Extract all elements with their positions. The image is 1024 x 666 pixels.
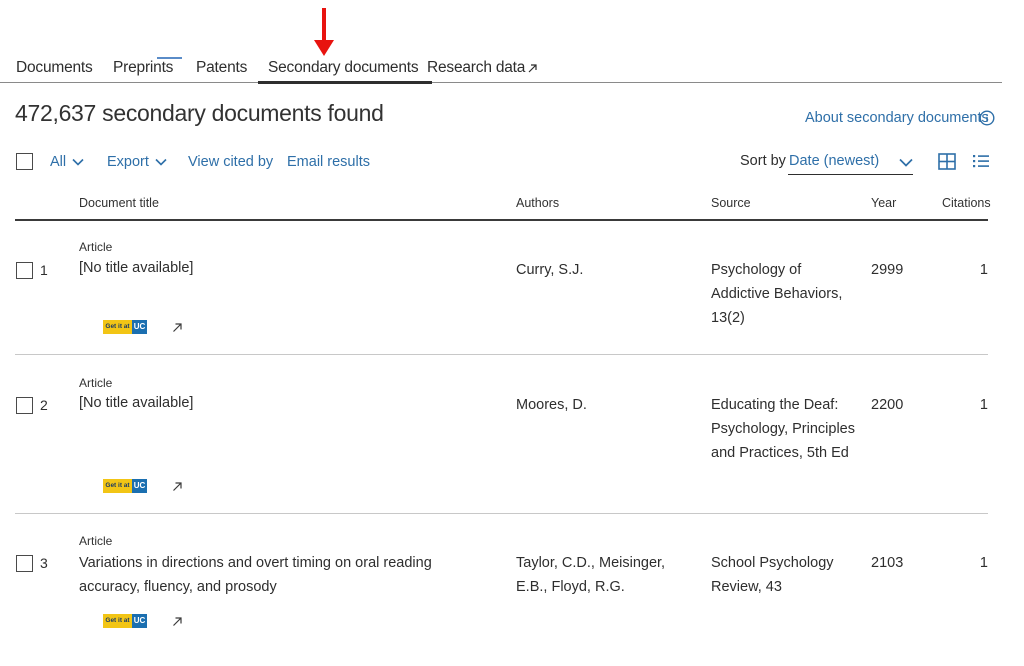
view-cited-by-button[interactable]: View cited by <box>188 154 273 170</box>
about-secondary-documents-link[interactable]: About secondary documents <box>805 110 989 126</box>
header-divider <box>15 219 988 221</box>
tab-bar: Documents Preprints Patents Secondary do… <box>0 52 1002 84</box>
column-header-authors[interactable]: Authors <box>516 196 559 210</box>
document-type: Article <box>79 534 113 548</box>
row-checkbox[interactable] <box>16 397 33 414</box>
tab-preprints[interactable]: Preprints <box>113 59 173 77</box>
external-link-icon[interactable] <box>172 481 183 492</box>
column-header-year[interactable]: Year <box>871 196 896 210</box>
getit-uc-label: UC <box>132 614 147 628</box>
tab-research-data-label: Research data <box>427 59 526 76</box>
select-all-dropdown[interactable]: All <box>50 154 84 170</box>
sort-value: Date (newest) <box>789 153 880 169</box>
column-header-source[interactable]: Source <box>711 196 751 210</box>
new-indicator <box>157 57 182 59</box>
chevron-down-icon <box>155 159 167 166</box>
grid-view-icon[interactable] <box>936 152 958 172</box>
getit-label: Get it at <box>103 614 132 628</box>
export-label: Export <box>107 154 149 170</box>
getit-label: Get it at <box>103 479 132 493</box>
document-title[interactable]: Variations in directions and overt timin… <box>79 551 489 599</box>
tab-documents[interactable]: Documents <box>16 59 93 77</box>
select-all-checkbox[interactable] <box>16 153 33 170</box>
get-it-at-uc-button[interactable]: Get it at UC <box>103 479 147 493</box>
row-checkbox[interactable] <box>16 555 33 572</box>
row-divider <box>15 354 988 355</box>
get-it-at-uc-button[interactable]: Get it at UC <box>103 320 147 334</box>
tab-research-data[interactable]: Research data <box>427 59 538 77</box>
document-year: 2200 <box>871 397 904 413</box>
results-count: 472,637 secondary documents found <box>15 100 384 126</box>
tab-secondary-documents[interactable]: Secondary documents <box>257 59 433 84</box>
document-year: 2103 <box>871 555 904 571</box>
getit-label: Get it at <box>103 320 132 334</box>
document-authors[interactable]: Moores, D. <box>516 393 696 417</box>
document-year: 2999 <box>871 262 904 278</box>
annotation-arrow <box>314 8 334 56</box>
row-number: 3 <box>40 555 48 571</box>
get-it-at-uc-button[interactable]: Get it at UC <box>103 614 147 628</box>
document-source[interactable]: Psychology of Addictive Behaviors, 13(2) <box>711 258 861 330</box>
email-results-button[interactable]: Email results <box>287 154 370 170</box>
document-title[interactable]: [No title available] <box>79 256 489 280</box>
getit-uc-label: UC <box>132 320 147 334</box>
column-header-title[interactable]: Document title <box>79 196 159 210</box>
sort-select[interactable]: Date (newest) <box>788 150 913 175</box>
chevron-down-icon <box>72 159 84 166</box>
external-link-icon <box>528 64 537 73</box>
row-divider <box>15 513 988 514</box>
document-authors[interactable]: Taylor, C.D., Meisinger, E.B., Floyd, R.… <box>516 551 696 599</box>
row-number: 1 <box>40 262 48 278</box>
select-all-label: All <box>50 154 67 170</box>
document-authors[interactable]: Curry, S.J. <box>516 258 696 282</box>
document-citations[interactable]: 1 <box>968 262 988 278</box>
column-header-citations[interactable]: Citations <box>942 196 991 210</box>
document-citations[interactable]: 1 <box>968 555 988 571</box>
row-checkbox[interactable] <box>16 262 33 279</box>
document-type: Article <box>79 376 113 390</box>
external-link-icon[interactable] <box>172 322 183 333</box>
document-type: Article <box>79 240 113 254</box>
document-source[interactable]: School Psychology Review, 43 <box>711 551 861 599</box>
getit-uc-label: UC <box>132 479 147 493</box>
external-link-icon[interactable] <box>172 616 183 627</box>
document-title[interactable]: [No title available] <box>79 391 489 415</box>
tab-patents[interactable]: Patents <box>196 59 247 77</box>
document-citations[interactable]: 1 <box>968 397 988 413</box>
info-icon[interactable] <box>979 110 995 126</box>
row-number: 2 <box>40 397 48 413</box>
export-dropdown[interactable]: Export <box>107 154 167 170</box>
sort-label: Sort by <box>740 153 786 169</box>
list-view-icon[interactable] <box>971 152 991 170</box>
chevron-down-icon <box>899 158 913 167</box>
document-source[interactable]: Educating the Deaf: Psychology, Principl… <box>711 393 861 465</box>
